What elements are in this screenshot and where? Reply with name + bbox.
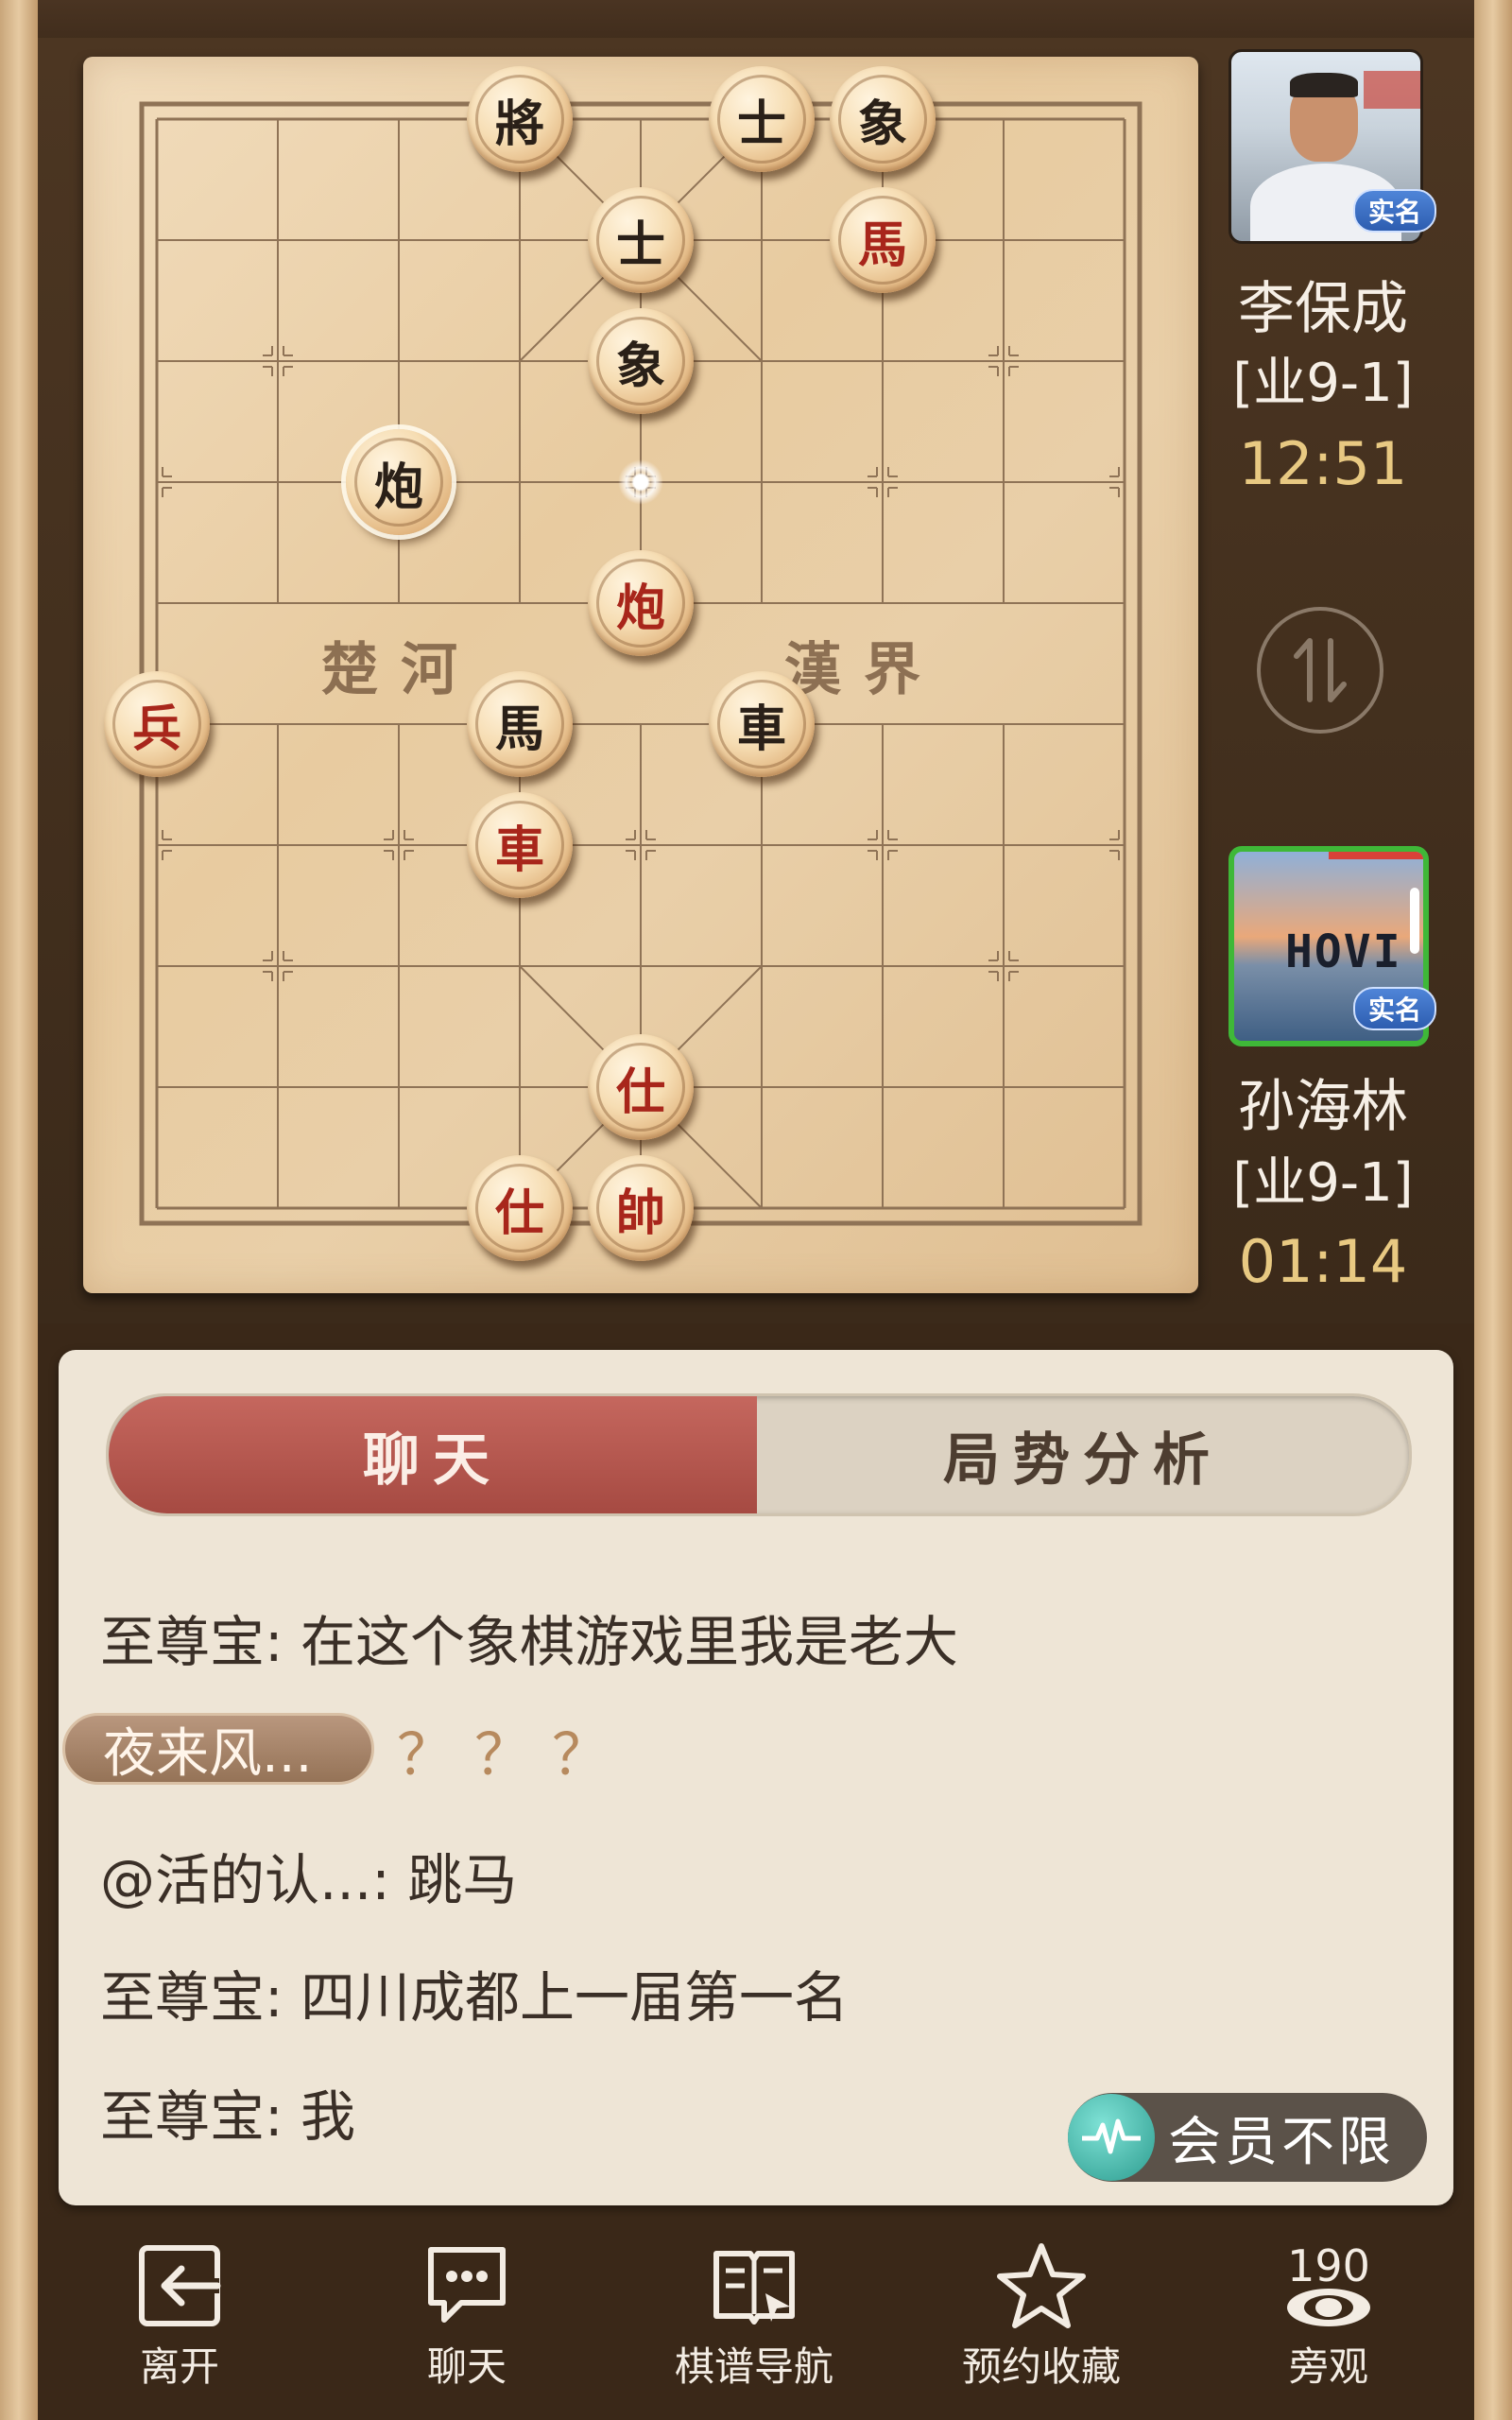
red-piece[interactable]: 仕 xyxy=(467,1155,573,1261)
avatar-sign-text: HOVI xyxy=(1285,925,1402,978)
xiangqi-board[interactable]: 楚河 漢界 將士象士馬象炮炮兵馬車車仕仕帥 xyxy=(83,57,1198,1293)
black-piece[interactable]: 象 xyxy=(830,66,936,172)
red-piece[interactable]: 車 xyxy=(467,792,573,898)
watch-label: 旁观 xyxy=(1288,2343,1368,2390)
black-piece[interactable]: 馬 xyxy=(467,671,573,777)
piece-label: 車 xyxy=(717,680,806,769)
river-label-left: 楚河 xyxy=(321,637,480,703)
red-piece[interactable]: 帥 xyxy=(588,1155,694,1261)
piece-label: 象 xyxy=(838,75,927,164)
chat-label: 聊天 xyxy=(426,2343,507,2390)
black-piece[interactable]: 車 xyxy=(709,671,815,777)
vip-label: 会员不限 xyxy=(1168,2111,1395,2173)
red-piece[interactable]: 仕 xyxy=(588,1034,694,1140)
bottom-player-name: 孙海林 xyxy=(1238,1074,1408,1140)
manual-navigation-label: 棋谱导航 xyxy=(674,2343,833,2390)
piece-label: 象 xyxy=(596,317,685,406)
chat-message: 至尊宝: 在这个象棋游戏里我是老大 xyxy=(100,1610,958,1674)
top-player-name: 李保成 xyxy=(1238,276,1408,342)
red-piece[interactable]: 馬 xyxy=(830,187,936,293)
piece-label: 帥 xyxy=(596,1164,685,1253)
piece-label: 馬 xyxy=(475,680,564,769)
panel-tabs: 聊天 局势分析 xyxy=(106,1393,1412,1516)
black-piece[interactable]: 將 xyxy=(467,66,573,172)
black-piece[interactable]: 炮 xyxy=(346,429,452,535)
chat-message: 至尊宝: 我 xyxy=(100,2084,355,2149)
last-move-marker xyxy=(618,459,663,505)
tab-chat[interactable]: 聊天 xyxy=(109,1396,757,1513)
piece-label: 兵 xyxy=(112,680,201,769)
chat-user-pill[interactable]: 夜来风... xyxy=(62,1713,374,1785)
red-piece[interactable]: 兵 xyxy=(104,671,210,777)
vip-unlimited-button[interactable]: 会员不限 xyxy=(1068,2093,1427,2182)
leave-label: 离开 xyxy=(139,2343,219,2390)
piece-label: 士 xyxy=(596,196,685,285)
book-icon xyxy=(713,2251,795,2325)
tab-analysis[interactable]: 局势分析 xyxy=(757,1396,1409,1513)
bottom-player-rank: [业9-1] xyxy=(1232,1152,1414,1214)
chat-message-text: ？？？ xyxy=(397,1722,629,1789)
piece-label: 仕 xyxy=(475,1164,564,1253)
piece-label: 士 xyxy=(717,75,806,164)
black-piece[interactable]: 士 xyxy=(588,187,694,293)
bottom-player-timer: 01:14 xyxy=(1238,1227,1408,1296)
chat-bubble-icon xyxy=(428,2247,506,2323)
top-player-verified-badge: 实名 xyxy=(1353,189,1436,233)
top-player-rank: [业9-1] xyxy=(1232,353,1414,414)
piece-label: 炮 xyxy=(596,559,685,648)
swap-arrows-icon xyxy=(1294,638,1347,702)
exit-icon xyxy=(139,2245,221,2326)
red-piece[interactable]: 炮 xyxy=(588,550,694,656)
bottom-player-verified-badge: 实名 xyxy=(1353,987,1436,1030)
piece-label: 車 xyxy=(475,801,564,890)
piece-label: 仕 xyxy=(596,1043,685,1132)
piece-label: 炮 xyxy=(354,438,443,527)
black-piece[interactable]: 象 xyxy=(588,308,694,414)
black-piece[interactable]: 士 xyxy=(709,66,815,172)
swap-sides-button[interactable] xyxy=(1257,607,1383,734)
left-frame xyxy=(0,0,38,2420)
chat-message: 至尊宝: 四川成都上一届第一名 xyxy=(100,1965,849,2030)
chat-message: @活的认...: 跳马 xyxy=(100,1848,518,1912)
top-player-timer: 12:51 xyxy=(1238,429,1408,498)
piece-label: 將 xyxy=(475,75,564,164)
right-frame xyxy=(1474,0,1512,2420)
river-label-right: 漢界 xyxy=(784,637,943,703)
piece-label: 馬 xyxy=(838,196,927,285)
star-icon xyxy=(997,2243,1086,2328)
favorite-label: 预约收藏 xyxy=(961,2343,1121,2390)
eye-icon xyxy=(1287,2289,1370,2326)
pulse-icon xyxy=(1068,2094,1155,2181)
